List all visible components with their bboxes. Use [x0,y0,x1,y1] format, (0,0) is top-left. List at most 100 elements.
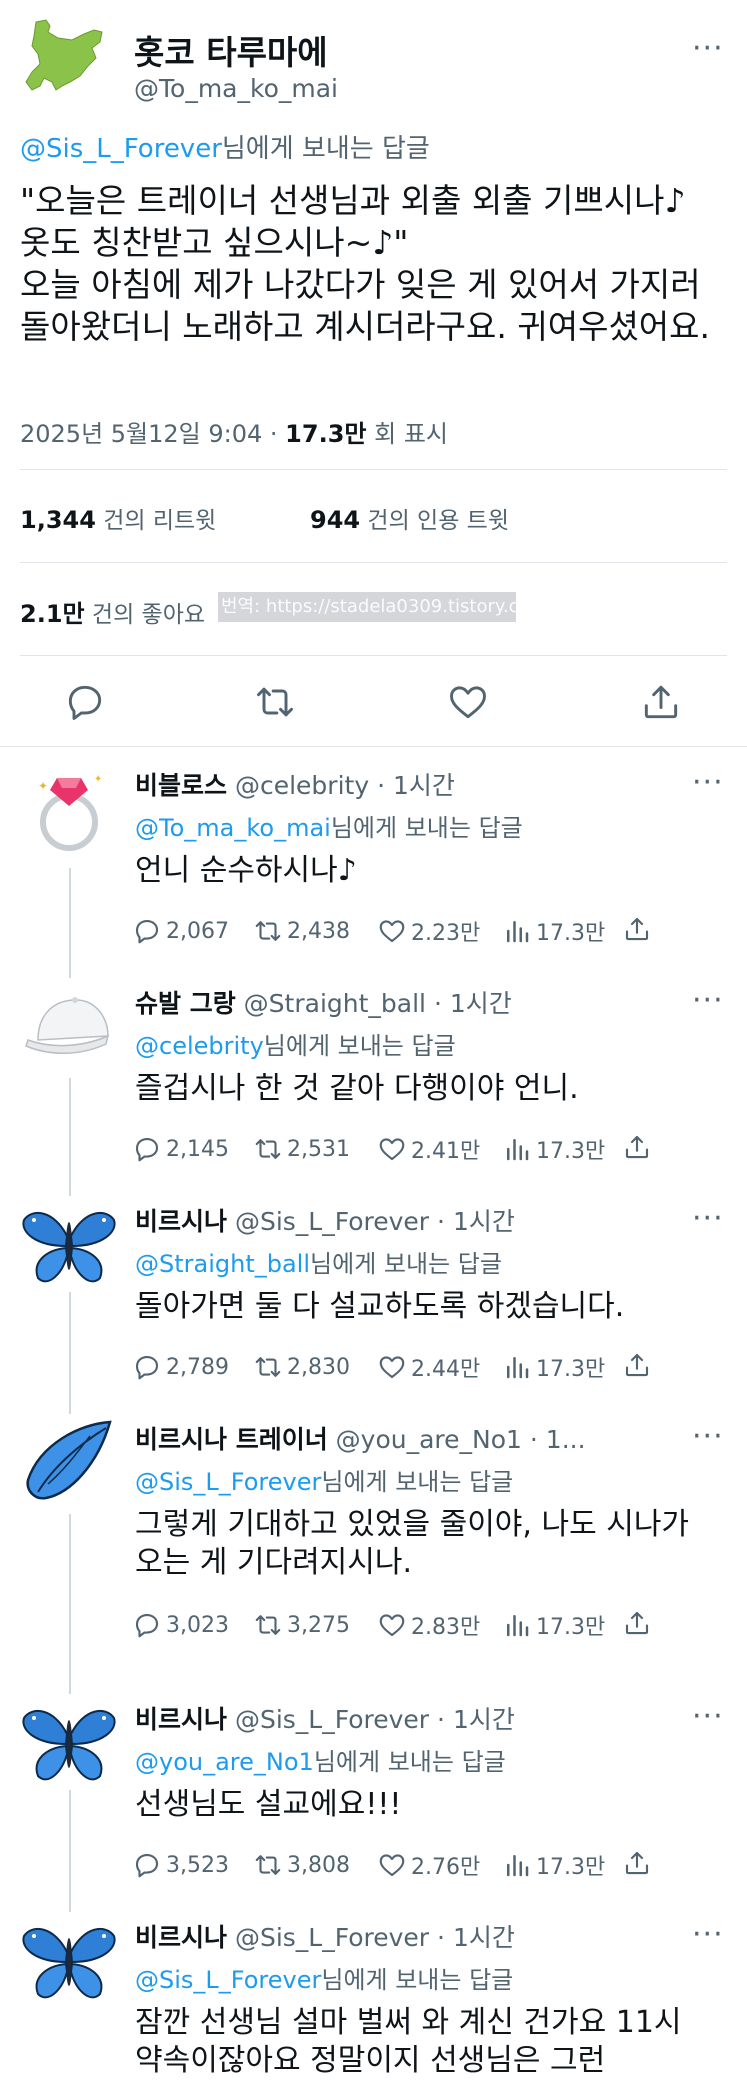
ring-icon[interactable]: ✦ ✦ [20,760,118,858]
reply-to-link[interactable]: @Straight_ball [135,1250,310,1278]
reply-author-name[interactable]: 비르시나 [135,1207,227,1236]
views-icon [502,916,536,946]
reply-author-name[interactable]: 비르시나 트레이너 [135,1425,328,1454]
butterfly-icon[interactable] [20,1694,118,1792]
more-options-icon[interactable]: ··· [692,986,724,1016]
reply-to-link[interactable]: @To_ma_ko_mai [135,814,331,842]
cap-icon[interactable] [20,978,118,1076]
reply-to-suffix: 님에게 보내는 답글 [321,1468,514,1496]
views-icon [502,1134,536,1164]
retweet-stat[interactable]: 1,344 건의 리트윗 [20,501,216,535]
butterfly-wing-icon[interactable] [20,1414,118,1512]
butterfly-icon[interactable] [20,1912,118,2010]
more-options-icon[interactable]: ··· [692,1204,724,1234]
like-icon [377,1610,411,1640]
reply-comment-button[interactable]: 2,145 [132,1132,229,1166]
reply-views-button[interactable]: 17.3만 [502,1350,605,1384]
divider [20,469,727,470]
reply-like-button[interactable]: 2.44만 [377,1350,480,1384]
main-tweet: 홋코 타루마에 @To_ma_ko_mai ··· @Sis_L_Forever… [0,0,747,748]
views-count: 17.3만 [536,1357,606,1382]
reply-to-link[interactable]: @celebrity [135,1032,264,1060]
more-options-icon[interactable]: ··· [692,1422,724,1452]
reply-to-link[interactable]: @Sis_L_Forever [135,1468,321,1496]
reply-author-handle[interactable]: @celebrity [235,771,369,800]
hokkaido-map-avatar[interactable] [22,16,106,100]
reply-author-handle[interactable]: @you_are_No1 [336,1425,522,1454]
share-icon[interactable] [622,914,652,944]
like-count: 2.1만 [20,600,85,628]
like-icon [377,1850,411,1880]
share-icon[interactable] [622,1848,652,1878]
reply-time[interactable]: · 1시간 [434,989,512,1018]
reply-author-name[interactable]: 슈발 그랑 [135,989,236,1018]
reply-time[interactable]: · 1시간 [437,1923,515,1952]
main-author-handle[interactable]: @To_ma_ko_mai [134,74,338,103]
reply-to-link[interactable]: @you_are_No1 [135,1748,314,1776]
reply-retweet-button[interactable]: 3,275 [253,1608,350,1642]
reply-views-button[interactable]: 17.3만 [502,1608,605,1642]
quote-stat[interactable]: 944 건의 인용 트윗 [310,501,509,535]
divider [20,655,727,656]
like-icon[interactable] [446,680,490,724]
more-options-icon[interactable]: ··· [692,1920,724,1950]
reply-author-handle[interactable]: @Sis_L_Forever [235,1705,429,1734]
reply-retweet-button[interactable]: 2,531 [253,1132,350,1166]
reply-retweet-button[interactable]: 2,438 [253,914,350,948]
comment-icon [132,1850,166,1880]
comment-count: 2,145 [166,1136,229,1162]
like-count: 2.83만 [411,1615,481,1640]
reply-to-link[interactable]: @Sis_L_Forever [135,1966,321,1994]
share-icon[interactable] [622,1608,652,1638]
reply-retweet-button[interactable]: 2,830 [253,1350,350,1384]
reply-comment-button[interactable]: 3,023 [132,1608,229,1642]
reply-author-name[interactable]: 비르시나 [135,1923,227,1952]
retweet-icon[interactable] [253,680,297,724]
reply-to-suffix: 님에게 보내는 답글 [330,814,523,842]
reply-icon[interactable] [63,680,107,724]
reply-like-button[interactable]: 2.83만 [377,1608,480,1642]
timestamp-text[interactable]: 2025년 5월12일 9:04 [20,420,262,448]
reply-author-name[interactable]: 비르시나 [135,1705,227,1734]
reply-comment-button[interactable]: 3,523 [132,1848,229,1882]
reply-comment-button[interactable]: 2,067 [132,914,229,948]
reply-views-button[interactable]: 17.3만 [502,1848,605,1882]
reply-text: 돌아가면 둘 다 설교하도록 하겠습니다. [135,1289,625,1324]
reply-header: 비르시나 트레이너 @you_are_No1 · 1... [135,1420,586,1456]
retweet-icon [253,916,287,946]
quote-count: 944 [310,506,361,534]
share-icon[interactable] [622,1350,652,1380]
reply-to-link[interactable]: @Sis_L_Forever [20,134,222,164]
share-icon[interactable] [622,1132,652,1162]
reply-views-button[interactable]: 17.3만 [502,914,605,948]
reply-time[interactable]: · 1시간 [437,1705,515,1734]
reply-time[interactable]: · 1... [530,1425,586,1454]
reply-time[interactable]: · 1시간 [437,1207,515,1236]
views-count: 17.3만 [536,1855,606,1880]
reply-like-button[interactable]: 2.41만 [377,1132,480,1166]
reply-author-handle[interactable]: @Sis_L_Forever [235,1923,429,1952]
more-options-icon[interactable]: ··· [692,34,724,64]
like-label: 건의 좋아요 [91,602,206,628]
reply-like-button[interactable]: 2.76만 [377,1848,480,1882]
svg-text:✦: ✦ [94,774,102,785]
main-author-name[interactable]: 홋코 타루마에 [134,26,328,74]
more-options-icon[interactable]: ··· [692,768,724,798]
reply-retweet-button[interactable]: 3,808 [253,1848,350,1882]
reply-like-button[interactable]: 2.23만 [377,914,480,948]
reply-views-button[interactable]: 17.3만 [502,1132,605,1166]
like-icon [377,1352,411,1382]
butterfly-icon[interactable] [20,1196,118,1294]
reply-author-name[interactable]: 비블로스 [135,771,227,800]
reply-author-handle[interactable]: @Straight_ball [244,989,426,1018]
reply-time[interactable]: · 1시간 [377,771,455,800]
views-count: 17.3만 [536,1139,606,1164]
more-options-icon[interactable]: ··· [692,1702,724,1732]
reply-author-handle[interactable]: @Sis_L_Forever [235,1207,429,1236]
reply-to-suffix: 님에게 보내는 답글 [313,1748,506,1776]
comment-icon [132,1610,166,1640]
share-icon[interactable] [639,680,683,724]
retweet-count: 2,531 [287,1136,350,1162]
like-stat[interactable]: 2.1만 건의 좋아요 [20,594,205,629]
reply-comment-button[interactable]: 2,789 [132,1350,229,1384]
